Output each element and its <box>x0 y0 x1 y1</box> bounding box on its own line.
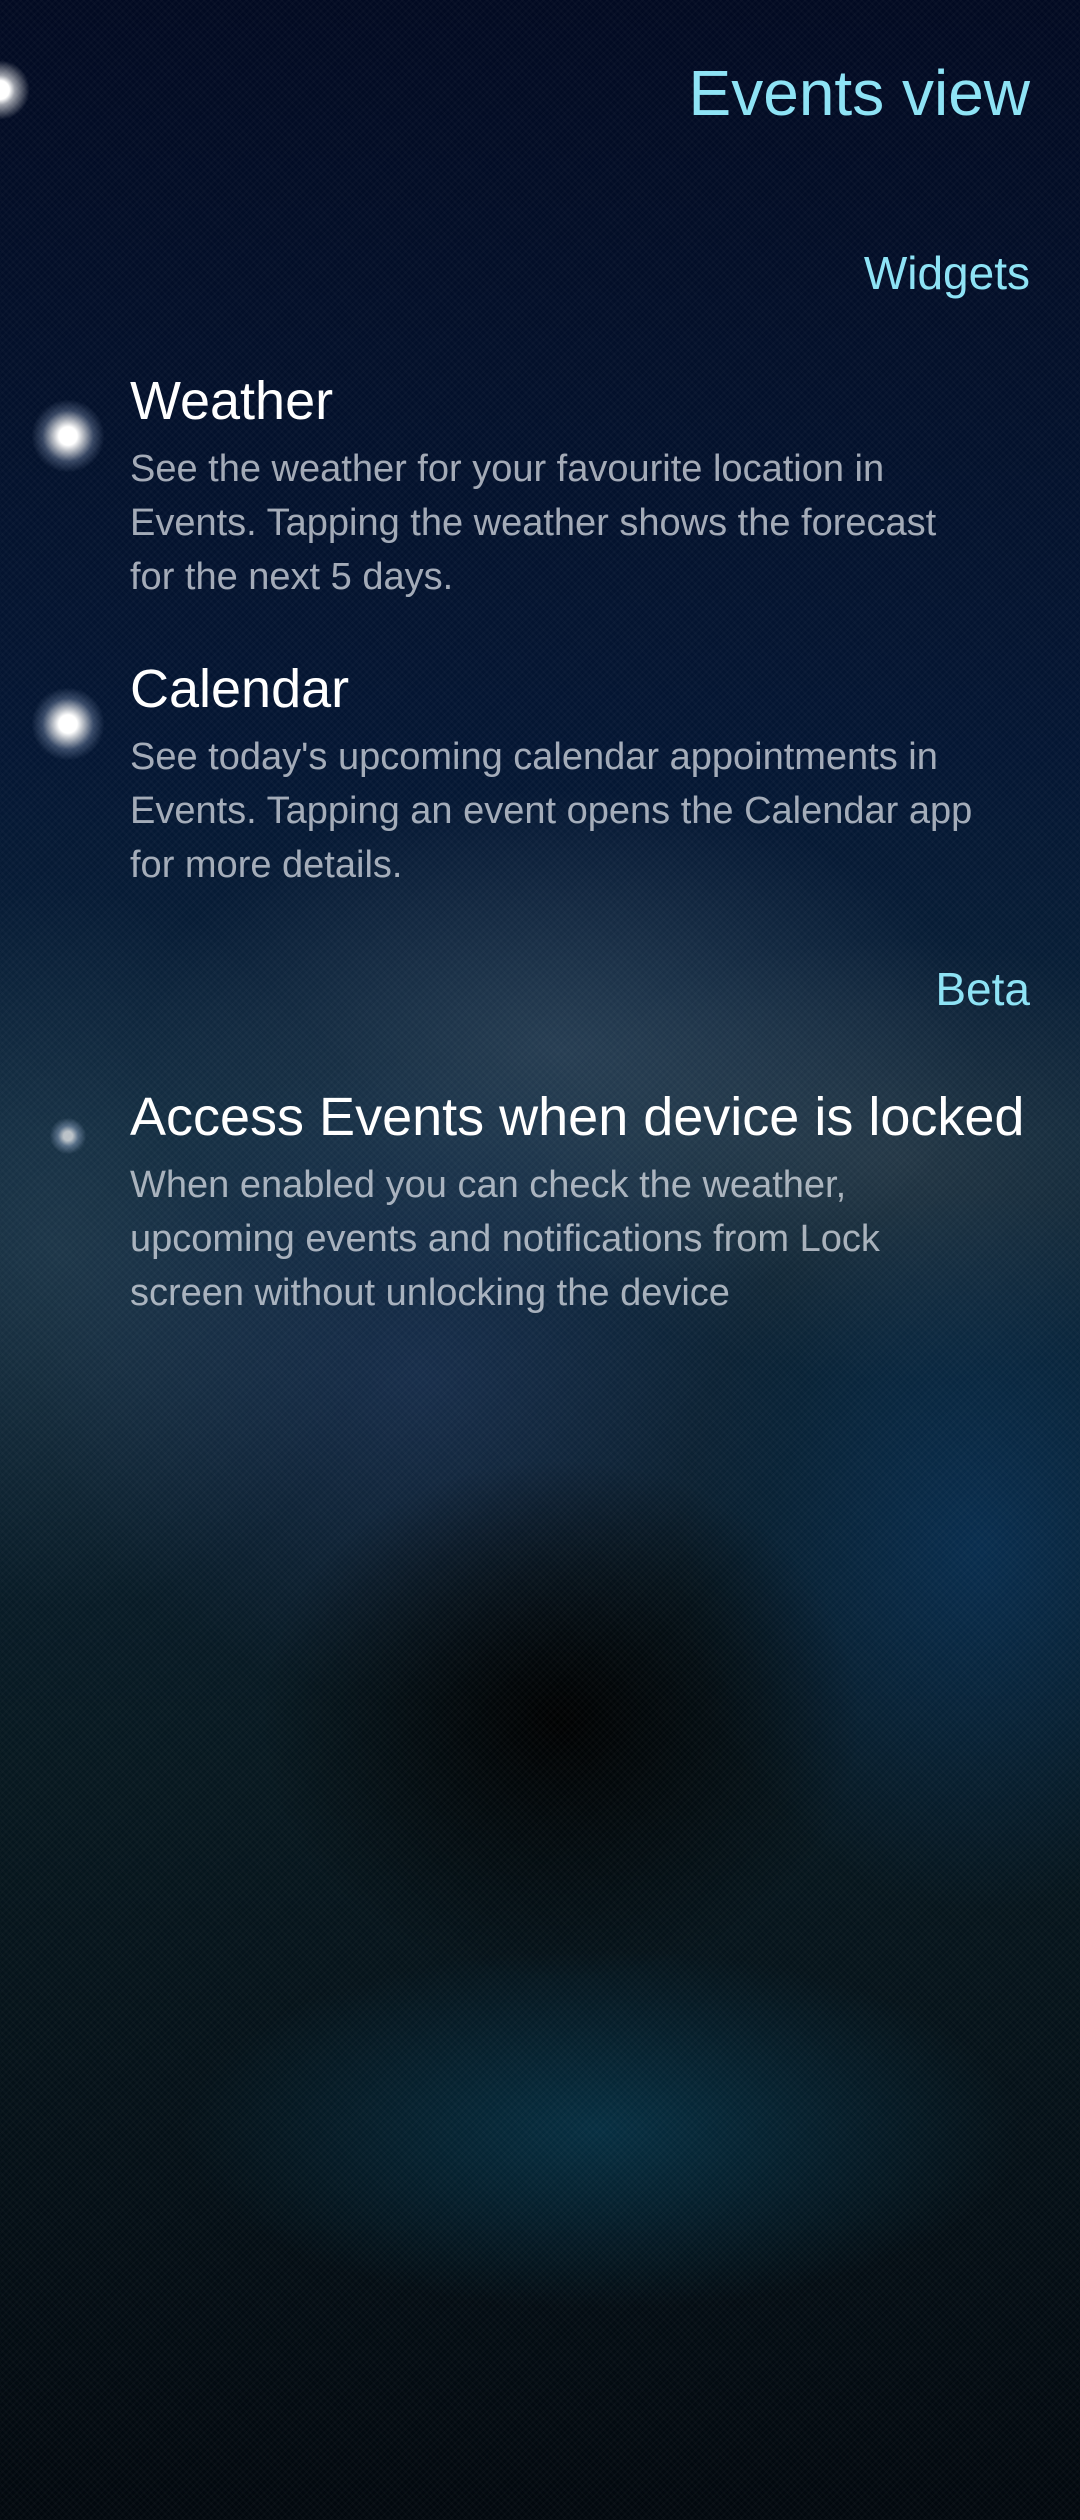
text-switch-weather[interactable]: Weather See the weather for your favouri… <box>0 370 1080 610</box>
section-header-beta: Beta <box>935 963 1030 1015</box>
switch-indicator-off-icon[interactable] <box>50 1118 86 1154</box>
section-header-widgets: Widgets <box>863 247 1030 299</box>
text-switch-lockscreen-access[interactable]: Access Events when device is locked When… <box>0 1086 1080 1326</box>
switch-description: When enabled you can check the weather, … <box>130 1164 880 1314</box>
switch-indicator-on-icon[interactable] <box>32 688 104 760</box>
text-switch-calendar[interactable]: Calendar See today's upcoming calendar a… <box>0 658 1080 898</box>
switch-title: Calendar <box>130 659 350 719</box>
switch-indicator-on-icon[interactable] <box>32 400 104 472</box>
switch-title: Access Events when device is locked <box>130 1087 1025 1147</box>
switch-description: See today's upcoming calendar appointmen… <box>130 736 973 886</box>
switch-title: Weather <box>130 371 334 431</box>
switch-description: See the weather for your favourite locat… <box>130 448 937 598</box>
page-title: Events view <box>688 57 1030 129</box>
